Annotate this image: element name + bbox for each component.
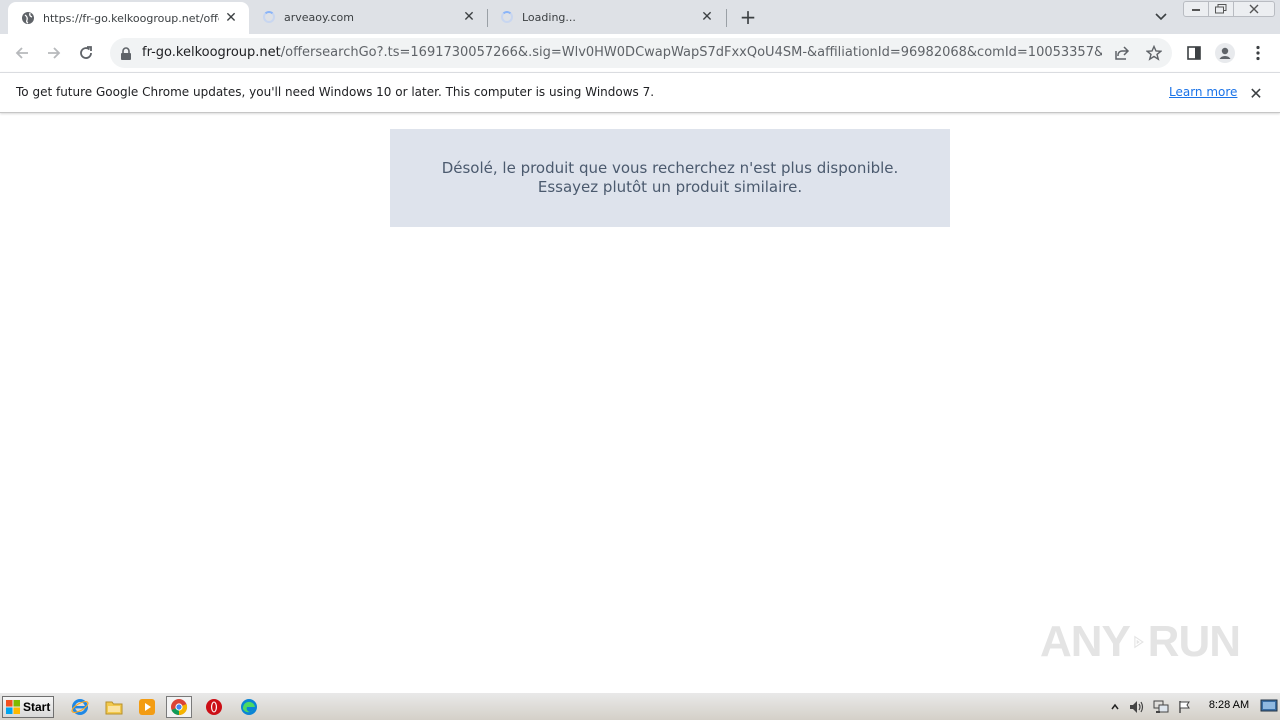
internet-explorer-icon[interactable] (67, 696, 93, 718)
side-panel-icon[interactable] (1183, 42, 1205, 64)
volume-icon[interactable] (1127, 696, 1147, 718)
opera-icon[interactable] (201, 696, 227, 718)
windows-flag-icon (6, 700, 20, 714)
start-label: Start (23, 700, 51, 714)
url-path: /offersearchGo?.ts=1691730057266&.sig=Wl… (280, 45, 1102, 60)
browser-toolbar: fr-go.kelkoogroup.net/offersearchGo?.ts=… (0, 34, 1280, 72)
screen: https://fr-go.kelkoogroup.net/offersearc… (0, 0, 1280, 720)
lock-icon[interactable] (120, 46, 132, 60)
edge-icon[interactable] (236, 696, 262, 718)
unavailable-product-notice: Désolé, le produit que vous recherchez n… (390, 129, 950, 227)
window-restore-button[interactable] (1208, 1, 1234, 17)
update-infobar: To get future Google Chrome updates, you… (0, 72, 1280, 113)
back-button[interactable] (10, 41, 34, 65)
infobar-message: To get future Google Chrome updates, you… (16, 85, 655, 99)
media-player-icon[interactable] (134, 696, 160, 718)
notice-text: Désolé, le produit que vous recherchez n… (441, 159, 899, 196)
tab-loading[interactable]: Loading... ✕ (487, 0, 725, 34)
infobar-close-icon[interactable]: ✕ (1247, 84, 1265, 103)
forward-button[interactable] (42, 41, 66, 65)
window-minimize-button[interactable] (1183, 1, 1209, 17)
start-button[interactable]: Start (2, 696, 54, 718)
url-host: fr-go.kelkoogroup.net (142, 45, 281, 60)
loading-spinner-icon (500, 10, 514, 24)
window-close-button[interactable] (1233, 1, 1275, 17)
taskbar-clock[interactable]: 8:28 AM (1200, 699, 1258, 711)
globe-icon (21, 11, 35, 25)
tab-arveaoy[interactable]: arveaoy.com ✕ (249, 0, 487, 34)
tab-close-icon[interactable]: ✕ (223, 10, 239, 26)
tab-title: Loading... (522, 10, 576, 24)
tab-close-icon[interactable]: ✕ (699, 9, 715, 25)
bookmark-star-icon[interactable] (1145, 44, 1163, 62)
action-center-flag-icon[interactable] (1175, 696, 1195, 718)
windows-taskbar: Start 8:28 AM (0, 692, 1280, 720)
tab-separator (726, 9, 727, 27)
tab-kelkoo[interactable]: https://fr-go.kelkoogroup.net/offersearc… (8, 2, 249, 34)
tray-expand-icon[interactable] (1107, 696, 1123, 718)
url-text[interactable]: fr-go.kelkoogroup.net/offersearchGo?.ts=… (142, 45, 1102, 60)
share-icon[interactable] (1113, 44, 1131, 62)
loading-spinner-icon (262, 10, 276, 24)
folder-icon[interactable] (101, 696, 127, 718)
address-bar[interactable]: fr-go.kelkoogroup.net/offersearchGo?.ts=… (110, 38, 1172, 68)
new-tab-button[interactable]: + (737, 6, 759, 28)
play-logo-icon (1134, 635, 1144, 649)
learn-more-link[interactable]: Learn more (1169, 85, 1237, 99)
show-desktop-icon[interactable] (1260, 697, 1278, 715)
tab-strip: https://fr-go.kelkoogroup.net/offersearc… (0, 0, 1280, 34)
watermark-right-text: RUN (1147, 617, 1241, 666)
tab-title: https://fr-go.kelkoogroup.net/offersearc… (43, 11, 219, 25)
tab-close-icon[interactable]: ✕ (461, 9, 477, 25)
tab-search-chevron-icon[interactable] (1152, 8, 1170, 26)
watermark-left-text: ANY (1040, 617, 1131, 666)
network-icon[interactable] (1151, 696, 1171, 718)
reload-button[interactable] (74, 41, 98, 65)
tab-title: arveaoy.com (284, 10, 354, 24)
profile-avatar-icon[interactable] (1214, 42, 1236, 64)
chrome-icon[interactable] (166, 696, 192, 718)
anyrun-watermark: ANY RUN (1040, 612, 1241, 672)
menu-kebab-icon[interactable] (1247, 42, 1269, 64)
